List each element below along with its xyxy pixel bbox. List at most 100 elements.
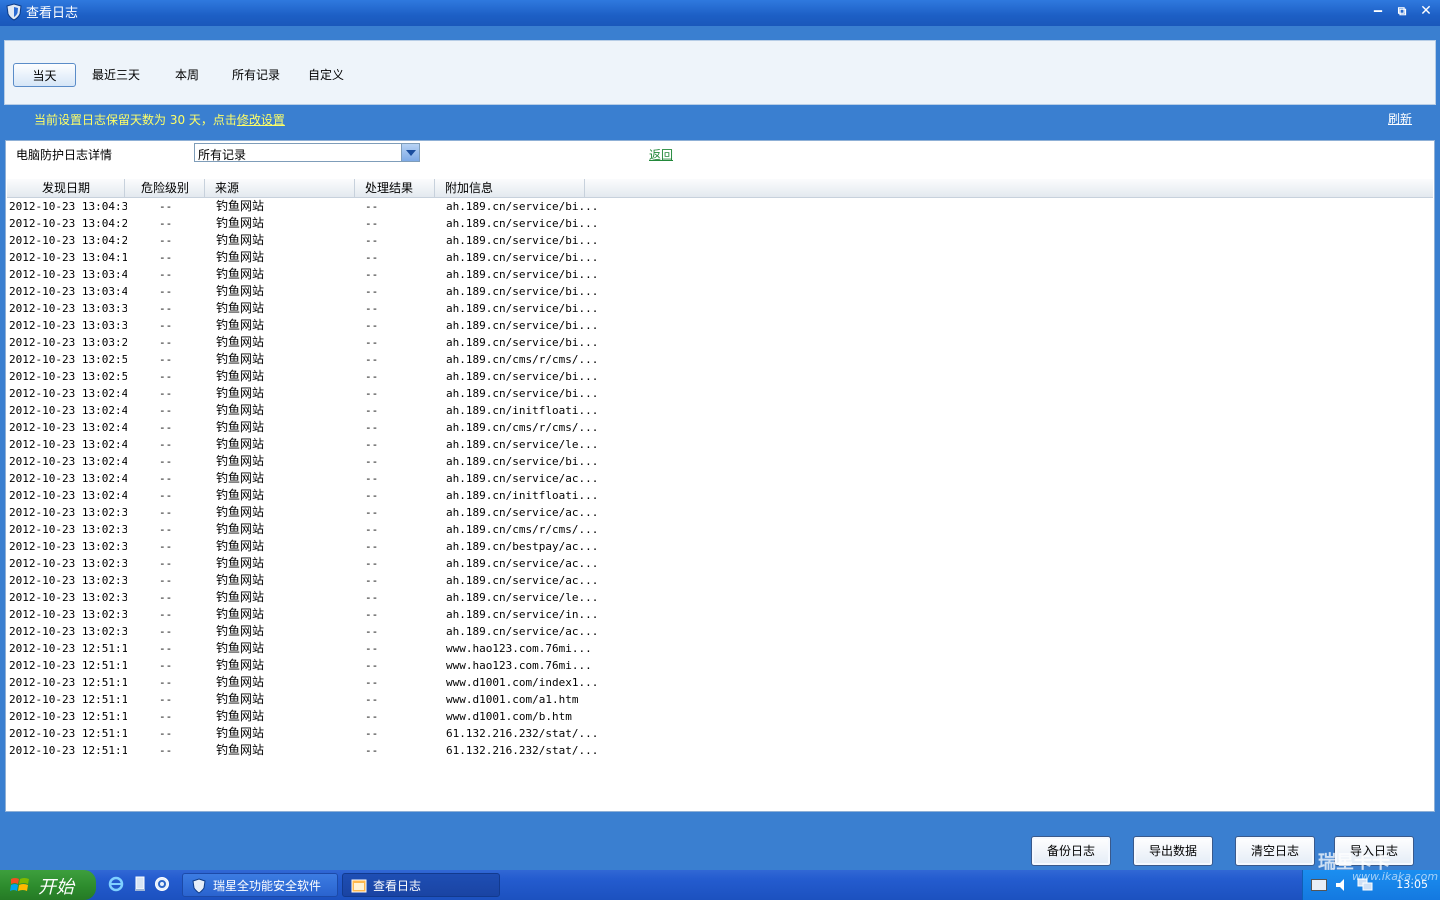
backup-log-button[interactable]: 备份日志 xyxy=(1031,836,1111,866)
taskbar-item-rising-security[interactable]: 瑞星全功能安全软件 xyxy=(182,873,338,897)
column-header-extra-info[interactable]: 附加信息 xyxy=(435,179,585,198)
column-header-date[interactable]: 发现日期 xyxy=(7,179,125,198)
column-header-risk-level[interactable]: 危险级别 xyxy=(125,179,205,198)
cell-result: -- xyxy=(365,438,379,451)
table-row[interactable]: 2012-10-23 13:02:49 -- 钓鱼网站 -- ah.189.cn/ser… xyxy=(7,385,1433,402)
taskbar-item-label: 瑞星全功能安全软件 xyxy=(213,879,322,893)
start-label: 开始 xyxy=(38,877,74,898)
cell-date: 2012-10-23 13:02:56 xyxy=(9,353,127,366)
cell-extra-info: ah.189.cn/initfloati... xyxy=(446,404,596,417)
cell-source: 钓鱼网站 xyxy=(216,454,265,468)
cell-source: 钓鱼网站 xyxy=(216,301,265,315)
cell-source: 钓鱼网站 xyxy=(216,692,265,706)
table-row[interactable]: 2012-10-23 13:03:27 -- 钓鱼网站 -- ah.189.cn/ser… xyxy=(7,334,1433,351)
cell-date: 2012-10-23 13:03:40 xyxy=(9,285,127,298)
table-row[interactable]: 2012-10-23 13:03:33 -- 钓鱼网站 -- ah.189.cn/ser… xyxy=(7,317,1433,334)
restore-button[interactable]: ⧉ xyxy=(1394,3,1410,19)
modify-settings-link[interactable]: 修改设置 xyxy=(237,113,285,127)
table-row[interactable]: 2012-10-23 13:02:39 -- 钓鱼网站 -- ah.189.cn/ser… xyxy=(7,555,1433,572)
table-row[interactable]: 2012-10-23 13:04:29 -- 钓鱼网站 -- ah.189.cn/ser… xyxy=(7,215,1433,232)
table-row[interactable]: 2012-10-23 13:02:39 -- 钓鱼网站 -- ah.189.cn/ser… xyxy=(7,572,1433,589)
volume-icon[interactable] xyxy=(1335,878,1351,892)
internet-explorer-icon[interactable] xyxy=(108,876,124,892)
table-row[interactable]: 2012-10-23 13:02:40 -- 钓鱼网站 -- ah.189.cn/ini… xyxy=(7,487,1433,504)
start-button[interactable]: 开始 xyxy=(0,870,96,900)
cell-result: -- xyxy=(365,217,379,230)
tab-all-records[interactable]: 所有记录 xyxy=(225,63,287,87)
cell-source: 钓鱼网站 xyxy=(216,437,265,451)
table-row[interactable]: 2012-10-23 13:02:38 -- 钓鱼网站 -- ah.189.cn/ser… xyxy=(7,589,1433,606)
table-row[interactable]: 2012-10-23 13:02:49 -- 钓鱼网站 -- ah.189.cn/ini… xyxy=(7,402,1433,419)
table-row[interactable]: 2012-10-23 12:51:16 -- 钓鱼网站 -- www.d1001.com… xyxy=(7,708,1433,725)
table-row[interactable]: 2012-10-23 13:04:17 -- 钓鱼网站 -- ah.189.cn/ser… xyxy=(7,249,1433,266)
cell-extra-info: www.d1001.com/index1... xyxy=(446,676,596,689)
column-header-result[interactable]: 处理结果 xyxy=(355,179,435,198)
table-row[interactable]: 2012-10-23 13:04:31 -- 钓鱼网站 -- ah.189.cn/ser… xyxy=(7,198,1433,215)
table-row[interactable]: 2012-10-23 12:51:16 -- 钓鱼网站 -- 61.132.216.23… xyxy=(7,725,1433,742)
tab-today[interactable]: 当天 xyxy=(13,63,76,87)
table-row[interactable]: 2012-10-23 13:02:39 -- 钓鱼网站 -- ah.189.cn/ser… xyxy=(7,504,1433,521)
clear-log-button[interactable]: 清空日志 xyxy=(1235,836,1315,866)
table-row[interactable]: 2012-10-23 13:02:49 -- 钓鱼网站 -- ah.189.cn/cms… xyxy=(7,419,1433,436)
table-row[interactable]: 2012-10-23 13:02:48 -- 钓鱼网站 -- ah.189.cn/ser… xyxy=(7,436,1433,453)
cell-date: 2012-10-23 13:04:29 xyxy=(9,217,127,230)
cell-source: 钓鱼网站 xyxy=(216,216,265,230)
table-row[interactable]: 2012-10-23 13:03:37 -- 钓鱼网站 -- ah.189.cn/ser… xyxy=(7,300,1433,317)
retention-notice-text: 当前设置日志保留天数为 30 天，点击 xyxy=(34,113,237,127)
cell-source: 钓鱼网站 xyxy=(216,624,265,638)
table-row[interactable]: 2012-10-23 13:02:38 -- 钓鱼网站 -- ah.189.cn/ser… xyxy=(7,606,1433,623)
cell-extra-info: ah.189.cn/cms/r/cms/... xyxy=(446,523,596,536)
taskbar-item-view-log[interactable]: 查看日志 xyxy=(342,873,500,897)
cell-result: -- xyxy=(365,506,379,519)
table-row[interactable]: 2012-10-23 13:02:35 -- 钓鱼网站 -- ah.189.cn/ser… xyxy=(7,623,1433,640)
window-app-icon xyxy=(351,879,367,893)
table-row[interactable]: 2012-10-23 13:02:40 -- 钓鱼网站 -- ah.189.cn/ser… xyxy=(7,470,1433,487)
keyboard-icon[interactable] xyxy=(1311,879,1327,891)
table-row[interactable]: 2012-10-23 13:02:55 -- 钓鱼网站 -- ah.189.cn/ser… xyxy=(7,368,1433,385)
table-row[interactable]: 2012-10-23 13:03:40 -- 钓鱼网站 -- ah.189.cn/ser… xyxy=(7,283,1433,300)
close-button[interactable]: ✕ xyxy=(1418,3,1434,19)
cell-date: 2012-10-23 13:03:43 xyxy=(9,268,127,281)
cell-result: -- xyxy=(365,642,379,655)
cell-extra-info: ah.189.cn/service/bi... xyxy=(446,455,596,468)
record-filter-select[interactable]: 所有记录 xyxy=(194,143,420,162)
table-row[interactable]: 2012-10-23 13:02:39 -- 钓鱼网站 -- ah.189.cn/cms… xyxy=(7,521,1433,538)
table-row[interactable]: 2012-10-23 12:51:17 -- 钓鱼网站 -- www.d1001.com… xyxy=(7,674,1433,691)
title-bar: 查看日志 ‒ ⧉ ✕ xyxy=(0,0,1440,26)
table-row[interactable]: 2012-10-23 13:03:43 -- 钓鱼网站 -- ah.189.cn/ser… xyxy=(7,266,1433,283)
table-row[interactable]: 2012-10-23 12:51:17 -- 钓鱼网站 -- www.d1001.com… xyxy=(7,691,1433,708)
refresh-link[interactable]: 刷新 xyxy=(1388,110,1412,127)
column-header-source[interactable]: 来源 xyxy=(205,179,355,198)
chevron-down-icon[interactable] xyxy=(401,144,419,161)
table-row[interactable]: 2012-10-23 13:04:25 -- 钓鱼网站 -- ah.189.cn/ser… xyxy=(7,232,1433,249)
cell-risk-level: -- xyxy=(159,591,173,604)
tab-last-three-days[interactable]: 最近三天 xyxy=(85,63,147,87)
cell-risk-level: -- xyxy=(159,387,173,400)
table-row[interactable]: 2012-10-23 13:02:56 -- 钓鱼网站 -- ah.189.cn/cms… xyxy=(7,351,1433,368)
table-row[interactable]: 2012-10-23 12:51:17 -- 钓鱼网站 -- www.hao123.co… xyxy=(7,657,1433,674)
cell-extra-info: ah.189.cn/service/bi... xyxy=(446,200,596,213)
cell-date: 2012-10-23 13:04:17 xyxy=(9,251,127,264)
cell-risk-level: -- xyxy=(159,489,173,502)
tab-this-week[interactable]: 本周 xyxy=(165,63,209,87)
minimize-button[interactable]: ‒ xyxy=(1370,3,1386,19)
browser-icon[interactable] xyxy=(154,876,170,892)
table-row[interactable]: 2012-10-23 12:51:16 -- 钓鱼网站 -- 61.132.216.23… xyxy=(7,742,1433,759)
tab-custom[interactable]: 自定义 xyxy=(301,63,351,87)
cell-source: 钓鱼网站 xyxy=(216,573,265,587)
table-row[interactable]: 2012-10-23 13:02:46 -- 钓鱼网站 -- ah.189.cn/ser… xyxy=(7,453,1433,470)
cell-extra-info: ah.189.cn/service/le... xyxy=(446,438,596,451)
export-data-button[interactable]: 导出数据 xyxy=(1133,836,1213,866)
cell-extra-info: ah.189.cn/service/bi... xyxy=(446,387,596,400)
table-row[interactable]: 2012-10-23 13:02:39 -- 钓鱼网站 -- ah.189.cn/bes… xyxy=(7,538,1433,555)
show-desktop-icon[interactable] xyxy=(132,876,148,892)
cell-source: 钓鱼网站 xyxy=(216,607,265,621)
back-link[interactable]: 返回 xyxy=(649,146,673,163)
watermark-url: www.ikaka.com xyxy=(1352,870,1439,883)
cell-date: 2012-10-23 12:51:16 xyxy=(9,727,127,740)
cell-extra-info: ah.189.cn/service/bi... xyxy=(446,336,596,349)
cell-date: 2012-10-23 12:51:18 xyxy=(9,642,127,655)
table-row[interactable]: 2012-10-23 12:51:18 -- 钓鱼网站 -- www.hao123.co… xyxy=(7,640,1433,657)
cell-extra-info: www.hao123.com.76mi... xyxy=(446,659,592,672)
cell-date: 2012-10-23 13:03:37 xyxy=(9,302,127,315)
